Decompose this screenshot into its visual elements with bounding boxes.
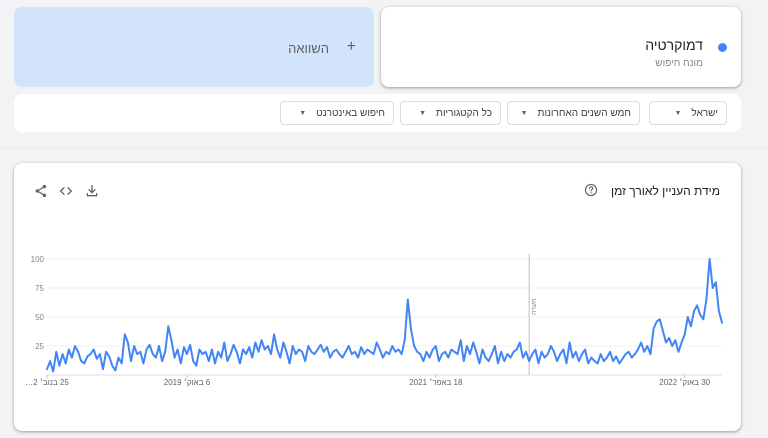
embed-icon[interactable] <box>58 183 74 199</box>
filter-category-label: כל הקטגוריות <box>436 107 492 119</box>
y-tick-label: 25 <box>35 342 44 351</box>
share-icon[interactable] <box>33 183 49 199</box>
y-tick-label: 75 <box>35 284 44 293</box>
search-term-type: מונח חיפוש <box>655 58 703 69</box>
filter-geo-label: ישראל <box>691 107 718 119</box>
series-line <box>46 258 723 373</box>
filter-search-type-label: חיפוש באינטרנט <box>316 107 385 119</box>
x-tick-label: 25 בנוב׳ 2… <box>25 378 69 387</box>
caret-down-icon: ▼ <box>674 109 682 117</box>
section-divider <box>0 147 768 148</box>
caret-down-icon: ▼ <box>299 109 307 117</box>
line-chart: 100 75 50 25 הערה 25 בנוב׳ 2… 6 באוק׳ 2019 18 ב… <box>25 254 723 387</box>
y-tick-label: 50 <box>35 313 44 322</box>
caret-down-icon: ▼ <box>520 109 528 117</box>
search-term-card[interactable]: דמוקרטיה מונח חיפוש <box>381 7 741 87</box>
filter-category-dropdown[interactable]: כל הקטגוריות ▼ <box>400 101 501 125</box>
help-icon[interactable] <box>584 183 598 197</box>
interest-over-time-card: מידת העניין לאורך זמן 100 75 50 25 הערה 25 בנ… <box>14 163 741 431</box>
caret-down-icon: ▼ <box>419 109 427 117</box>
filter-search-type-dropdown[interactable]: חיפוש באינטרנט ▼ <box>280 101 394 125</box>
download-icon[interactable] <box>84 183 100 199</box>
note-marker-label: הערה <box>531 299 538 315</box>
filter-time-label: חמש השנים האחרונות <box>537 107 631 119</box>
search-term-name[interactable]: דמוקרטיה <box>645 37 703 53</box>
compare-button[interactable]: + השוואה <box>14 7 374 87</box>
filter-geo-dropdown[interactable]: ישראל ▼ <box>649 101 727 125</box>
series-color-dot <box>718 43 727 52</box>
filter-time-dropdown[interactable]: חמש השנים האחרונות ▼ <box>507 101 640 125</box>
x-tick-label: 30 באוק׳ 2022 <box>659 378 710 387</box>
x-tick-label: 6 באוק׳ 2019 <box>164 378 211 387</box>
plus-icon: + <box>346 38 356 55</box>
chart-title: מידת העניין לאורך זמן <box>610 184 720 198</box>
filter-bar: ישראל ▼ חמש השנים האחרונות ▼ כל הקטגוריו… <box>14 94 741 132</box>
x-tick-label: 18 באפר׳ 2021 <box>409 378 463 387</box>
compare-label: השוואה <box>288 41 329 56</box>
y-tick-label: 100 <box>31 255 45 264</box>
